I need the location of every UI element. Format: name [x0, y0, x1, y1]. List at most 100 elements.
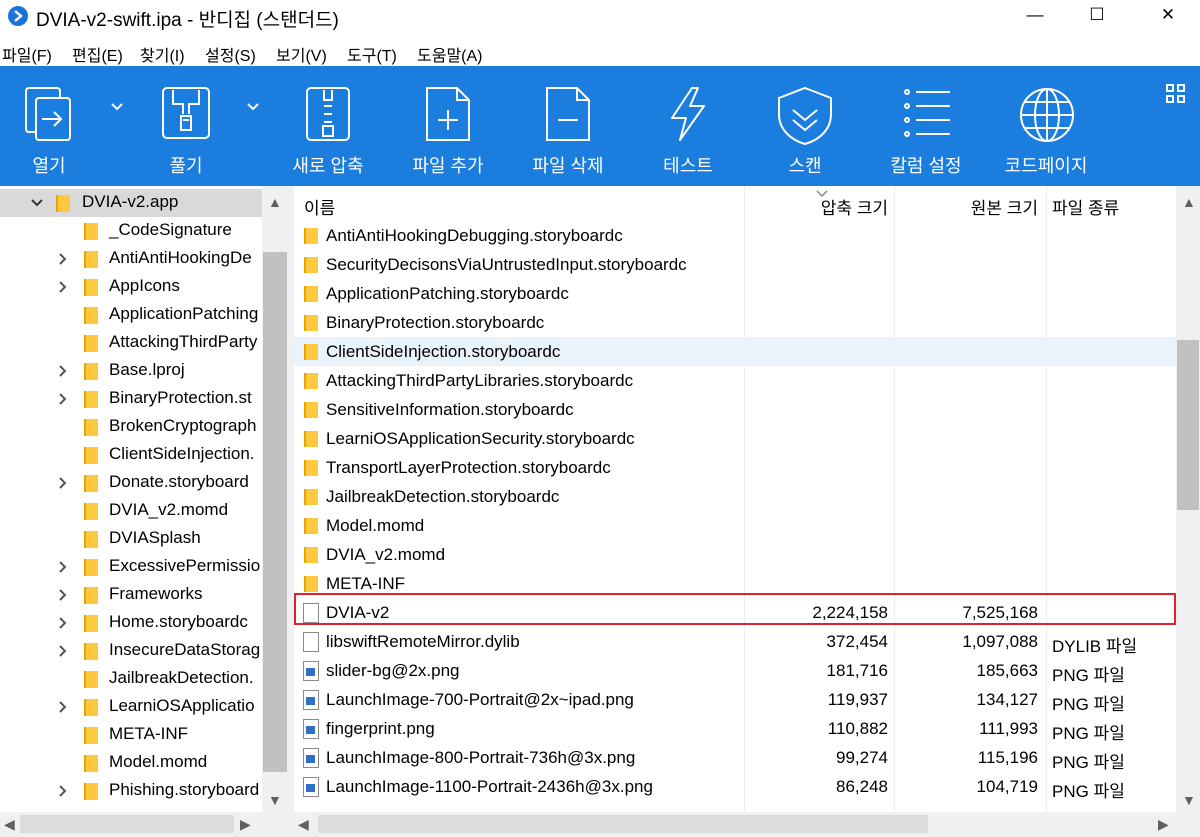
tree-item[interactable]: LearniOSApplicatio: [0, 693, 262, 721]
menu-view[interactable]: 보기(V): [276, 42, 327, 66]
tree-item[interactable]: ApplicationPatching: [0, 301, 262, 329]
file-row[interactable]: DVIA_v2.momd: [294, 540, 1176, 569]
tree-item[interactable]: BinaryProtection.st: [0, 385, 262, 413]
folder-icon: [304, 518, 318, 534]
file-row[interactable]: AntiAntiHookingDebugging.storyboardc: [294, 221, 1176, 250]
packed-size: 86,248: [836, 777, 888, 796]
chevron-right-icon[interactable]: [56, 560, 70, 574]
chevron-right-icon[interactable]: [56, 252, 70, 266]
minimize-button[interactable]: —: [1012, 0, 1058, 32]
open-dropdown-icon[interactable]: [110, 102, 124, 112]
tree-item[interactable]: JailbreakDetection.: [0, 665, 262, 693]
maximize-button[interactable]: ☐: [1074, 0, 1120, 32]
chevron-right-icon[interactable]: [56, 644, 70, 658]
file-row[interactable]: LaunchImage-1100-Portrait-2436h@3x.png 86…: [294, 772, 1176, 801]
file-list-vertical-scroll-thumb[interactable]: [1177, 340, 1199, 510]
new-archive-button[interactable]: 새로 압축: [268, 66, 388, 186]
file-row[interactable]: fingerprint.png 110,882 111,993 PNG 파일: [294, 714, 1176, 743]
file-row[interactable]: slider-bg@2x.png 181,716 185,663 PNG 파일: [294, 656, 1176, 685]
file-row[interactable]: LaunchImage-800-Portrait-736h@3x.png 99,2…: [294, 743, 1176, 772]
file-row[interactable]: ApplicationPatching.storyboardc: [294, 279, 1176, 308]
tree-item-label: ApplicationPatching: [109, 304, 259, 323]
tree-item[interactable]: AttackingThirdParty: [0, 329, 262, 357]
scan-label: 스캔: [788, 156, 822, 176]
scroll-right-icon[interactable]: ▶: [240, 816, 251, 833]
tree-item[interactable]: Phishing.storyboard: [0, 777, 262, 805]
chevron-right-icon[interactable]: [56, 588, 70, 602]
tree-item[interactable]: Base.lproj: [0, 357, 262, 385]
scroll-up-icon[interactable]: ▲: [1182, 194, 1196, 210]
menu-tools[interactable]: 도구(T): [347, 42, 397, 66]
file-row[interactable]: AttackingThirdPartyLibraries.storyboardc: [294, 366, 1176, 395]
add-file-button[interactable]: 파일 추가: [388, 66, 508, 186]
file-list-horizontal-scroll-thumb[interactable]: [318, 815, 928, 833]
file-row[interactable]: BinaryProtection.storyboardc: [294, 308, 1176, 337]
chevron-right-icon[interactable]: [56, 280, 70, 294]
toolbar: 열기 풀기 새로 압축 파일 추가 파일 삭제 테스트 스캔 칼럼 설정 코드페…: [0, 66, 1200, 186]
scroll-down-icon[interactable]: ▼: [268, 792, 282, 808]
chevron-right-icon[interactable]: [56, 784, 70, 798]
scroll-left-icon[interactable]: ◀: [298, 816, 309, 833]
delete-file-button[interactable]: 파일 삭제: [508, 66, 628, 186]
tree-item[interactable]: ExcessivePermissio: [0, 553, 262, 581]
bandizip-app-icon: [8, 6, 28, 26]
menu-find[interactable]: 찾기(I): [140, 42, 185, 66]
file-row[interactable]: libswiftRemoteMirror.dylib 372,454 1,097,0…: [294, 627, 1176, 656]
menu-help[interactable]: 도움말(A): [417, 42, 483, 66]
folder-icon: [304, 286, 318, 302]
open-button[interactable]: 열기: [0, 66, 100, 186]
close-button[interactable]: ✕: [1145, 0, 1191, 32]
tree-root-item[interactable]: DVIA-v2.app: [0, 189, 262, 217]
scroll-left-icon[interactable]: ◀: [4, 816, 15, 833]
codepage-button[interactable]: 코드페이지: [986, 66, 1106, 186]
tree-item[interactable]: DVIA_v2.momd: [0, 497, 262, 525]
tree-vertical-scroll-thumb[interactable]: [263, 252, 287, 772]
extract-button[interactable]: 풀기: [136, 66, 236, 186]
file-row[interactable]: Model.momd: [294, 511, 1176, 540]
file-row[interactable]: JailbreakDetection.storyboardc: [294, 482, 1176, 511]
tree-item[interactable]: AntiAntiHookingDe: [0, 245, 262, 273]
tree-item[interactable]: AppIcons: [0, 273, 262, 301]
chevron-right-icon[interactable]: [56, 700, 70, 714]
chevron-right-icon[interactable]: [56, 616, 70, 630]
tree-item[interactable]: DVIASplash: [0, 525, 262, 553]
tree-item[interactable]: _CodeSignature: [0, 217, 262, 245]
file-row[interactable]: LaunchImage-700-Portrait@2x~ipad.png 119,…: [294, 685, 1176, 714]
scan-button[interactable]: 스캔: [745, 66, 865, 186]
folder-icon: [304, 257, 318, 273]
chevron-right-icon[interactable]: [56, 392, 70, 406]
file-row[interactable]: SecurityDecisonsViaUntrustedInput.storyb…: [294, 250, 1176, 279]
file-icon: [303, 632, 319, 652]
tree-item[interactable]: Model.momd: [0, 749, 262, 777]
column-settings-button[interactable]: 칼럼 설정: [866, 66, 986, 186]
file-row[interactable]: ClientSideInjection.storyboardc: [294, 337, 1176, 366]
chevron-right-icon[interactable]: [56, 364, 70, 378]
original-size: 111,993: [979, 719, 1038, 738]
folder-icon: [84, 587, 98, 604]
file-row[interactable]: LearniOSApplicationSecurity.storyboardc: [294, 424, 1176, 453]
scroll-down-icon[interactable]: ▼: [1182, 792, 1196, 808]
tree-item[interactable]: BrokenCryptograph: [0, 413, 262, 441]
chevron-right-icon[interactable]: [56, 476, 70, 490]
tree-item[interactable]: Donate.storyboard: [0, 469, 262, 497]
tree-horizontal-scroll-thumb[interactable]: [20, 815, 234, 833]
tree-item-label: DVIA_v2.momd: [109, 500, 229, 519]
tree-item[interactable]: ClientSideInjection.: [0, 441, 262, 469]
scroll-right-icon[interactable]: ▶: [1158, 816, 1169, 833]
menu-settings[interactable]: 설정(S): [205, 42, 256, 66]
original-size: 104,719: [976, 777, 1038, 796]
tree-item[interactable]: META-INF: [0, 721, 262, 749]
menu-file[interactable]: 파일(F): [2, 42, 52, 66]
chevron-down-icon[interactable]: [30, 196, 44, 210]
extract-dropdown-icon[interactable]: [246, 102, 260, 112]
column-settings-label: 칼럼 설정: [890, 156, 962, 176]
scroll-up-icon[interactable]: ▲: [268, 194, 282, 210]
tree-item[interactable]: InsecureDataStorag: [0, 637, 262, 665]
file-row[interactable]: TransportLayerProtection.storyboardc: [294, 453, 1176, 482]
file-row[interactable]: SensitiveInformation.storyboardc: [294, 395, 1176, 424]
tree-item[interactable]: Home.storyboardc: [0, 609, 262, 637]
test-button[interactable]: 테스트: [628, 66, 748, 186]
tree-item[interactable]: Frameworks: [0, 581, 262, 609]
layout-grid-icon[interactable]: [1166, 84, 1186, 104]
menu-edit[interactable]: 편집(E): [72, 42, 123, 66]
